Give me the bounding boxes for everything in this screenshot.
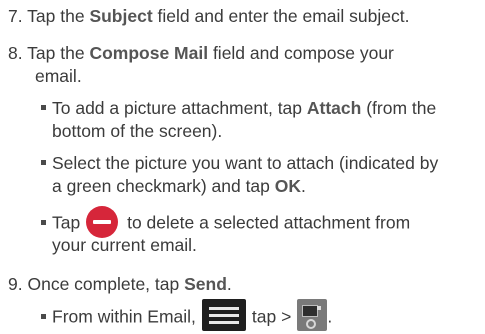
bullet-delete-line-2: your current email. (52, 234, 197, 257)
step-9-number: 9. (8, 274, 23, 294)
step-7-text-pre: Tap the (27, 6, 90, 26)
bullet-select-ok-label: OK (274, 176, 302, 196)
step-7-line: 7. Tap the Subject field and enter the e… (8, 5, 409, 28)
step-7-text-post: field and enter the email subject. (152, 6, 410, 26)
step-7-subject-label: Subject (89, 6, 153, 26)
step-8-line-1: 8. Tap the Compose Mail field and compos… (8, 42, 394, 65)
step-8-text-post: field and compose your (208, 43, 394, 63)
step-9-line: 9. Once complete, tap Send. (8, 273, 232, 296)
step-8-text-cont: email. (35, 66, 82, 86)
bullet-select-post: . (301, 176, 306, 196)
bullet-email-post: . (327, 306, 333, 327)
bullet-attach-post: (from the (361, 98, 437, 118)
account-settings-icon (297, 299, 328, 331)
bullet-attach-pre: To add a picture attachment, tap (52, 98, 307, 118)
bullet-attach-cont: bottom of the screen). (52, 121, 223, 141)
bullet-email-pre: From within Email, (52, 306, 196, 327)
step-8-compose-label: Compose Mail (89, 43, 209, 63)
bullet-select-text: Select the picture you want to attach (i… (52, 153, 439, 173)
step-8-line-2: email. (35, 65, 82, 88)
bullet-attach-line-2: bottom of the screen). (52, 120, 222, 143)
step-9-text-post: . (226, 274, 232, 294)
bullet-marker (41, 313, 46, 319)
bullet-marker (41, 104, 46, 110)
bullet-delete-pre: Tap (52, 212, 81, 233)
bullet-select-pre: a green checkmark) and tap (52, 176, 275, 196)
bullet-select-line-1: Select the picture you want to attach (i… (41, 152, 438, 175)
bullet-marker (41, 219, 46, 225)
step-9-text-pre: Once complete, tap (27, 274, 185, 294)
bullet-delete-cont: your current email. (52, 235, 197, 255)
bullet-attach-line-1: To add a picture attachment, tap Attach … (41, 97, 436, 120)
menu-icon (201, 299, 246, 331)
step-7-number: 7. (8, 6, 23, 26)
bullet-marker (41, 159, 46, 165)
bullet-email-mid: tap > (251, 306, 292, 327)
bullet-attach-label: Attach (306, 98, 362, 118)
step-8-number: 8. (8, 43, 23, 63)
bullet-delete-post: to delete a selected attachment from (127, 212, 411, 233)
step-8-text-pre: Tap the (27, 43, 90, 63)
instruction-page: 7. Tap the Subject field and enter the e… (0, 0, 485, 331)
bullet-email-line: From within Email, tap >. (41, 299, 333, 334)
step-9-send-label: Send (184, 274, 227, 294)
bullet-select-line-2: a green checkmark) and tap OK. (52, 175, 306, 198)
